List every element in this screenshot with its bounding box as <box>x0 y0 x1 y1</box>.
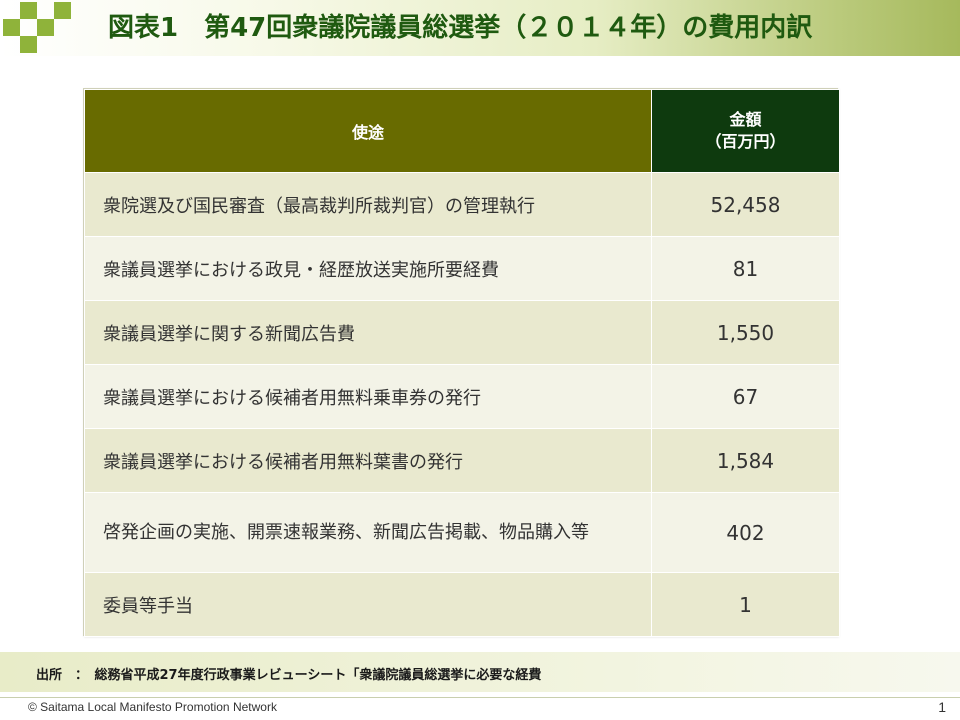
table-row: 委員等手当 1 <box>84 572 840 637</box>
row-amount: 81 <box>651 236 840 301</box>
footer-divider <box>0 697 960 698</box>
table-row: 衆院選及び国民審査（最高裁判所裁判官）の管理執行 52,458 <box>84 172 840 237</box>
cost-table-container: 使途 金額 （百万円） 衆院選及び国民審査（最高裁判所裁判官）の管理執行 52,… <box>83 88 840 637</box>
row-amount: 1,550 <box>651 300 840 365</box>
row-use: 衆議員選挙に関する新聞広告費 <box>84 300 652 365</box>
row-amount: 1,584 <box>651 428 840 493</box>
page-number: 1 <box>938 699 946 715</box>
header-amount: 金額 （百万円） <box>651 89 840 173</box>
row-use: 衆議員選挙における政見・経歴放送実施所要経費 <box>84 236 652 301</box>
source-note: 出所 ： 総務省平成27年度行政事業レビューシート「衆議院議員総選挙に必要な経費 <box>36 668 542 683</box>
row-amount: 1 <box>651 572 840 637</box>
cost-breakdown-table: 使途 金額 （百万円） 衆院選及び国民審査（最高裁判所裁判官）の管理執行 52,… <box>84 89 840 637</box>
row-use: 衆議員選挙における候補者用無料乗車券の発行 <box>84 364 652 429</box>
logo-squares-icon <box>0 0 80 56</box>
table-row: 衆議員選挙における政見・経歴放送実施所要経費 81 <box>84 236 840 301</box>
header-amount-label: 金額 <box>729 110 762 129</box>
row-use: 衆議員選挙における候補者用無料葉書の発行 <box>84 428 652 493</box>
header-use: 使途 <box>84 89 652 173</box>
row-use: 委員等手当 <box>84 572 652 637</box>
table-row: 衆議員選挙における候補者用無料葉書の発行 1,584 <box>84 428 840 493</box>
header-amount-unit: （百万円） <box>705 132 786 151</box>
table-row: 衆議員選挙における候補者用無料乗車券の発行 67 <box>84 364 840 429</box>
row-amount: 402 <box>651 492 840 573</box>
row-amount: 67 <box>651 364 840 429</box>
page-title: 図表1 第47回衆議院議員総選挙（２０１４年）の費用内訳 <box>108 13 813 43</box>
table-header-row: 使途 金額 （百万円） <box>84 89 840 173</box>
row-amount: 52,458 <box>651 172 840 237</box>
row-use: 啓発企画の実施、開票速報業務、新聞広告掲載、物品購入等 <box>84 492 652 573</box>
copyright-text: © Saitama Local Manifesto Promotion Netw… <box>28 700 277 714</box>
table-row: 啓発企画の実施、開票速報業務、新聞広告掲載、物品購入等 402 <box>84 492 840 573</box>
table-row: 衆議員選挙に関する新聞広告費 1,550 <box>84 300 840 365</box>
row-use: 衆院選及び国民審査（最高裁判所裁判官）の管理執行 <box>84 172 652 237</box>
